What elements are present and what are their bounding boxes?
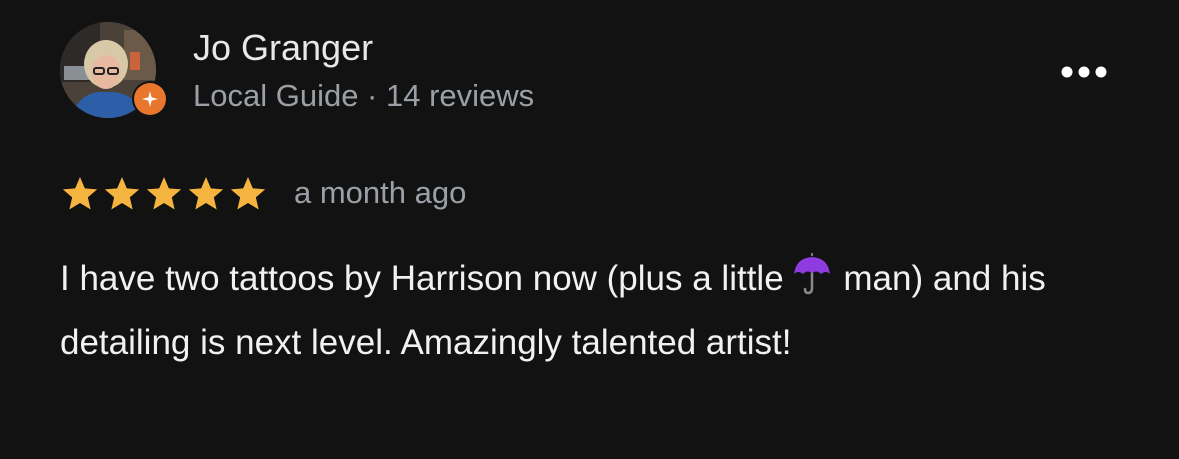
local-guide-badge	[132, 81, 168, 117]
review-text-part1: I have two tattoos by Harrison now (plus…	[60, 259, 784, 298]
star-filled-icon	[230, 177, 266, 210]
star-filled-icon	[104, 177, 140, 210]
more-options-button[interactable]	[1054, 56, 1114, 88]
local-guide-badge-icon	[134, 83, 166, 115]
star-filled-icon	[146, 177, 182, 210]
author-name[interactable]: Jo Granger	[193, 26, 373, 70]
avatar-container[interactable]	[60, 22, 168, 118]
star-filled-icon	[188, 177, 224, 210]
star-filled-icon	[62, 177, 98, 210]
review-date: a month ago	[294, 175, 467, 210]
umbrella-emoji-icon	[790, 252, 834, 314]
author-meta: Local Guide · 14 reviews	[193, 78, 535, 113]
review-text: I have two tattoos by Harrison now (plus…	[60, 250, 1140, 372]
star-rating	[60, 172, 270, 216]
review-card: Jo Granger Local Guide · 14 reviews a mo…	[0, 0, 1179, 459]
more-options-icon	[1061, 66, 1107, 78]
